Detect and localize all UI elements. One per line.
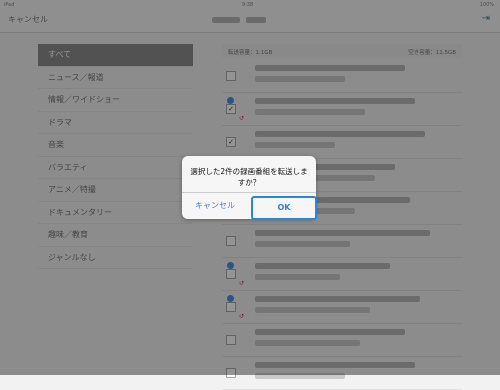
dialog-cancel-button[interactable]: キャンセル: [182, 193, 248, 219]
dialog-message: 選択した2件の録画番組を転送しますか？: [190, 167, 308, 187]
dialog-ok-button[interactable]: OK: [251, 196, 317, 220]
confirm-dialog: 選択した2件の録画番組を転送しますか？ キャンセル OK: [182, 156, 317, 220]
